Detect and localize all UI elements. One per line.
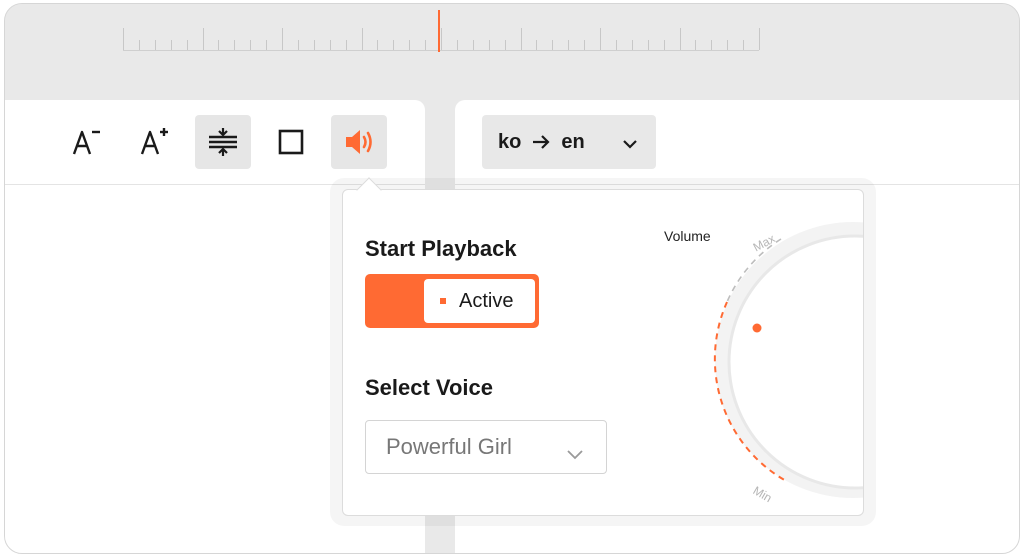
playback-toggle[interactable]: Active bbox=[365, 274, 539, 328]
chevron-down-icon bbox=[622, 134, 638, 157]
ruler-tick bbox=[218, 40, 220, 50]
source-language: ko bbox=[498, 130, 522, 153]
ruler-tick bbox=[552, 40, 554, 50]
dial-indicator bbox=[752, 323, 762, 333]
ruler-tick bbox=[727, 40, 729, 50]
ruler-tick bbox=[695, 40, 697, 50]
toggle-label: Active bbox=[459, 289, 514, 312]
box-button[interactable] bbox=[263, 115, 319, 169]
playhead-marker[interactable] bbox=[438, 10, 440, 52]
ruler-tick bbox=[488, 40, 490, 50]
ruler-tick bbox=[631, 40, 633, 50]
ruler-tick bbox=[345, 40, 347, 50]
chevron-down-icon bbox=[566, 441, 584, 467]
speaker-button[interactable] bbox=[331, 115, 387, 169]
timeline-ruler[interactable] bbox=[5, 4, 1019, 100]
ruler-tick bbox=[441, 28, 442, 50]
ruler-tick bbox=[743, 40, 745, 50]
ruler-tick bbox=[663, 40, 665, 50]
ruler-tick bbox=[313, 40, 315, 50]
ruler-tick bbox=[600, 28, 601, 50]
ruler-tick bbox=[297, 40, 299, 50]
ruler-tick bbox=[520, 28, 522, 50]
ruler-tick bbox=[234, 40, 236, 50]
line-spacing-button[interactable] bbox=[195, 115, 251, 169]
ruler-tick bbox=[282, 28, 283, 50]
volume-dial[interactable]: Max Min bbox=[683, 210, 864, 510]
ruler-tick bbox=[266, 40, 268, 50]
voice-selected-value: Powerful Girl bbox=[386, 434, 512, 459]
dial-min-label: Min bbox=[751, 483, 775, 505]
ruler-tick bbox=[154, 40, 156, 50]
playback-title: Start Playback bbox=[365, 236, 517, 261]
voice-select[interactable]: Powerful Girl bbox=[365, 420, 607, 474]
ruler-tick bbox=[456, 40, 458, 50]
ruler-tick bbox=[377, 40, 379, 50]
ruler-tick bbox=[472, 40, 474, 50]
ruler-tick bbox=[202, 28, 204, 50]
increase-font-button[interactable] bbox=[127, 115, 183, 169]
ruler-tick bbox=[425, 40, 427, 50]
text-toolbar bbox=[59, 115, 387, 169]
audio-settings-popover: Start Playback Active Select Voice Power… bbox=[342, 189, 864, 516]
ruler-tick bbox=[361, 28, 363, 50]
ruler-tick bbox=[409, 40, 411, 50]
decrease-font-button[interactable] bbox=[59, 115, 115, 169]
ruler-tick bbox=[170, 40, 172, 50]
arrow-right-icon bbox=[531, 133, 551, 151]
font-decrease-icon bbox=[71, 127, 103, 157]
ruler-tick bbox=[584, 40, 586, 50]
ruler-tick bbox=[138, 40, 140, 50]
speaker-icon bbox=[343, 127, 375, 157]
ruler-tick bbox=[568, 40, 570, 50]
ruler-tick bbox=[329, 40, 331, 50]
ruler-tick bbox=[393, 40, 395, 50]
status-dot bbox=[440, 298, 446, 304]
ruler-tick bbox=[759, 28, 760, 50]
ruler-tick bbox=[615, 40, 617, 50]
target-language: en bbox=[561, 130, 585, 153]
ruler-baseline bbox=[123, 50, 759, 51]
ruler-tick bbox=[536, 40, 538, 50]
ruler-tick bbox=[647, 40, 649, 50]
ruler-tick bbox=[250, 40, 252, 50]
square-icon bbox=[277, 128, 305, 156]
language-select[interactable]: ko en bbox=[482, 115, 656, 169]
voice-title: Select Voice bbox=[365, 375, 493, 400]
toggle-knob[interactable]: Active bbox=[424, 279, 535, 323]
ruler-tick bbox=[186, 40, 188, 50]
ruler-tick bbox=[679, 28, 681, 50]
ruler-tick bbox=[711, 40, 713, 50]
ruler-tick bbox=[504, 40, 506, 50]
font-increase-icon bbox=[139, 127, 171, 157]
line-spacing-icon bbox=[207, 127, 239, 157]
ruler-tick bbox=[123, 28, 124, 50]
